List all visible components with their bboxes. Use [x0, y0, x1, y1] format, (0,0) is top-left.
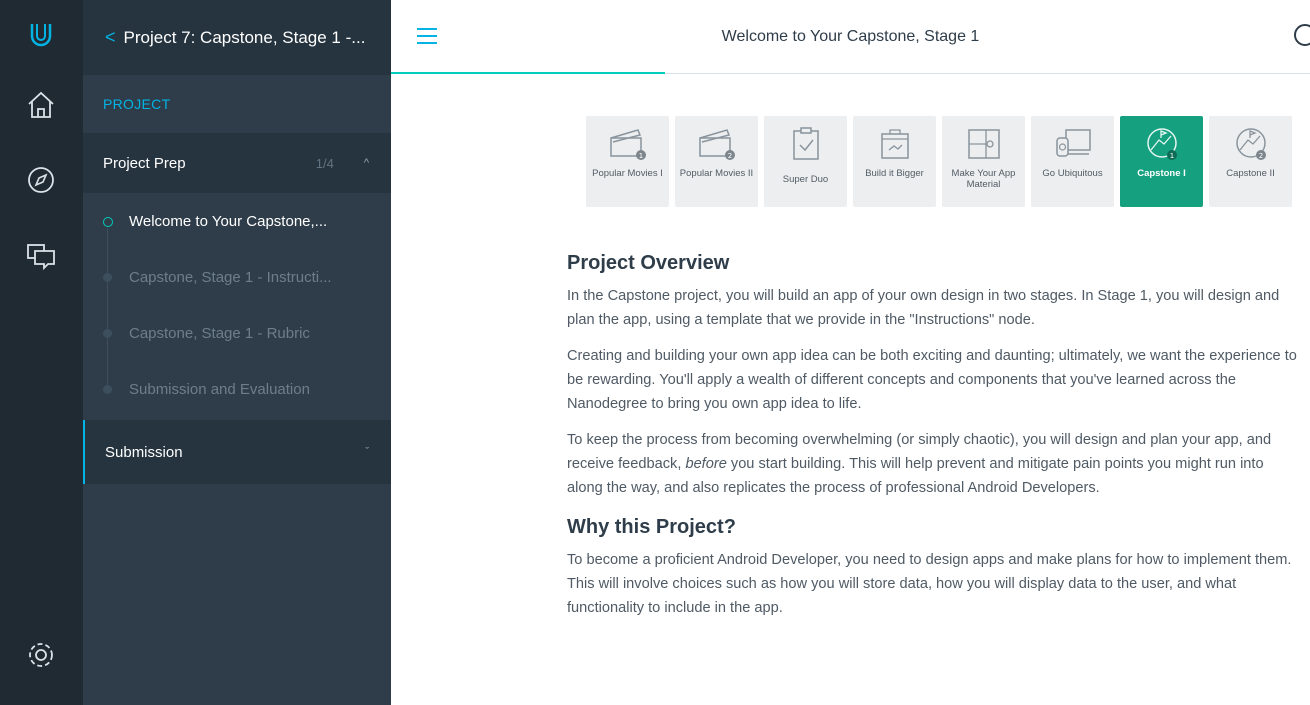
clipboard-check-icon — [792, 127, 819, 160]
step-status-icon — [103, 217, 113, 227]
tile-popular-movies-2[interactable]: 2 Popular Movies II — [675, 116, 758, 207]
tile-go-ubiquitous[interactable]: Go Ubiquitous — [1031, 116, 1114, 207]
sidebar-step-submission-evaluation[interactable]: Submission and Evaluation — [83, 361, 391, 417]
step-status-icon — [103, 273, 112, 282]
svg-text:1: 1 — [638, 152, 642, 160]
svg-text:2: 2 — [727, 152, 731, 160]
tile-label: Capstone I — [1137, 168, 1186, 179]
material-layout-icon — [967, 129, 1000, 159]
section-heading-overview: Project Overview — [567, 252, 730, 274]
emphasis-text: before — [685, 456, 727, 472]
search-icon[interactable] — [1294, 24, 1310, 46]
gear-icon[interactable] — [22, 636, 60, 674]
group-label: Submission — [105, 443, 183, 461]
step-label: Welcome to Your Capstone,... — [129, 212, 328, 230]
group-progress-count: 1/4 — [315, 155, 334, 171]
tile-build-it-bigger[interactable]: Build it Bigger — [853, 116, 936, 207]
svg-text:1: 1 — [1169, 152, 1173, 160]
devices-icon — [1055, 129, 1091, 157]
sidebar-group-project-prep[interactable]: Project Prep 1/4 ^ — [83, 133, 391, 193]
why-paragraph-1: To become a proficient Android Developer… — [567, 552, 1292, 616]
tile-label: Make Your App Material — [951, 168, 1016, 190]
capstone-flag-icon: 2 — [1235, 128, 1266, 160]
back-to-project-link[interactable]: < Project 7: Capstone, Stage 1 -... — [83, 0, 391, 75]
project-title: Project 7: Capstone, Stage 1 -... — [123, 27, 366, 47]
step-status-icon — [103, 329, 112, 338]
page-title: Welcome to Your Capstone, Stage 1 — [721, 28, 980, 45]
tile-label: Capstone II — [1226, 168, 1275, 179]
capstone-flag-icon: 1 — [1146, 128, 1177, 160]
clapperboard-icon: 2 — [698, 129, 735, 160]
overview-paragraph-2: Creating and building your own app idea … — [567, 348, 1297, 412]
tile-label: Super Duo — [782, 174, 829, 185]
tile-popular-movies-1[interactable]: 1 Popular Movies I — [586, 116, 669, 207]
clapperboard-icon: 1 — [609, 129, 646, 160]
sidebar-step-welcome[interactable]: Welcome to Your Capstone,... — [83, 193, 391, 249]
tile-capstone-1[interactable]: 1 Capstone I — [1120, 116, 1203, 207]
sidebar-step-instructions[interactable]: Capstone, Stage 1 - Instructi... — [83, 249, 391, 305]
step-label: Capstone, Stage 1 - Rubric — [129, 324, 310, 342]
toolbox-icon — [880, 129, 909, 159]
overview-paragraph-3: To keep the process from becoming overwh… — [567, 428, 1302, 500]
tile-label: Popular Movies II — [679, 168, 754, 179]
lesson-content: Project Overview In the Capstone project… — [567, 252, 1302, 632]
sidebar-step-rubric[interactable]: Capstone, Stage 1 - Rubric — [83, 305, 391, 361]
home-icon[interactable] — [22, 86, 60, 124]
tile-label: Popular Movies I — [592, 168, 663, 179]
chevron-up-icon: ^ — [363, 157, 369, 169]
tile-super-duo[interactable]: Super Duo — [764, 116, 847, 207]
sidebar-group-submission[interactable]: Submission ˇ — [83, 420, 391, 484]
chevron-down-icon: ˇ — [365, 446, 369, 458]
tile-make-your-app-material[interactable]: Make Your App Material — [942, 116, 1025, 207]
step-list: Welcome to Your Capstone,... Capstone, S… — [83, 193, 391, 417]
tile-label: Go Ubiquitous — [1042, 168, 1103, 179]
step-status-icon — [103, 385, 112, 394]
udacity-logo-icon[interactable] — [22, 16, 60, 54]
top-bar: Welcome to Your Capstone, Stage 1 — [391, 0, 1310, 74]
step-label: Submission and Evaluation — [129, 380, 310, 398]
compass-icon[interactable] — [22, 161, 60, 199]
chat-icon[interactable] — [22, 236, 60, 274]
step-label: Capstone, Stage 1 - Instructi... — [129, 268, 332, 286]
section-heading-why: Why this Project? — [567, 516, 736, 538]
chevron-left-icon: < — [105, 27, 116, 47]
tile-capstone-2[interactable]: 2 Capstone II — [1209, 116, 1292, 207]
group-label: Project Prep — [103, 154, 186, 172]
nav-rail — [0, 0, 83, 705]
progress-bar — [391, 72, 665, 74]
overview-paragraph-1: In the Capstone project, you will build … — [567, 288, 1280, 328]
tile-label: Build it Bigger — [865, 168, 924, 179]
lesson-sidebar: < Project 7: Capstone, Stage 1 -... PROJ… — [83, 0, 391, 705]
section-label: PROJECT — [103, 96, 171, 112]
svg-text:2: 2 — [1258, 152, 1262, 160]
project-tiles: 1 Popular Movies I 2 Popular Movies II S… — [586, 116, 1292, 207]
